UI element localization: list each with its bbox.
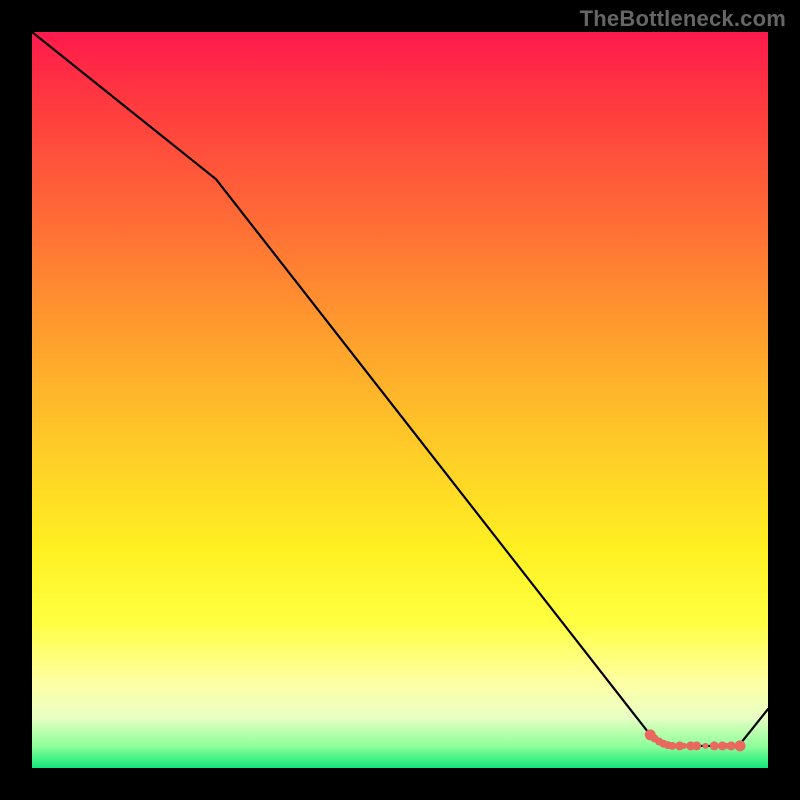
chart-plot-area	[32, 32, 768, 768]
watermark-label: TheBottleneck.com	[580, 6, 786, 32]
